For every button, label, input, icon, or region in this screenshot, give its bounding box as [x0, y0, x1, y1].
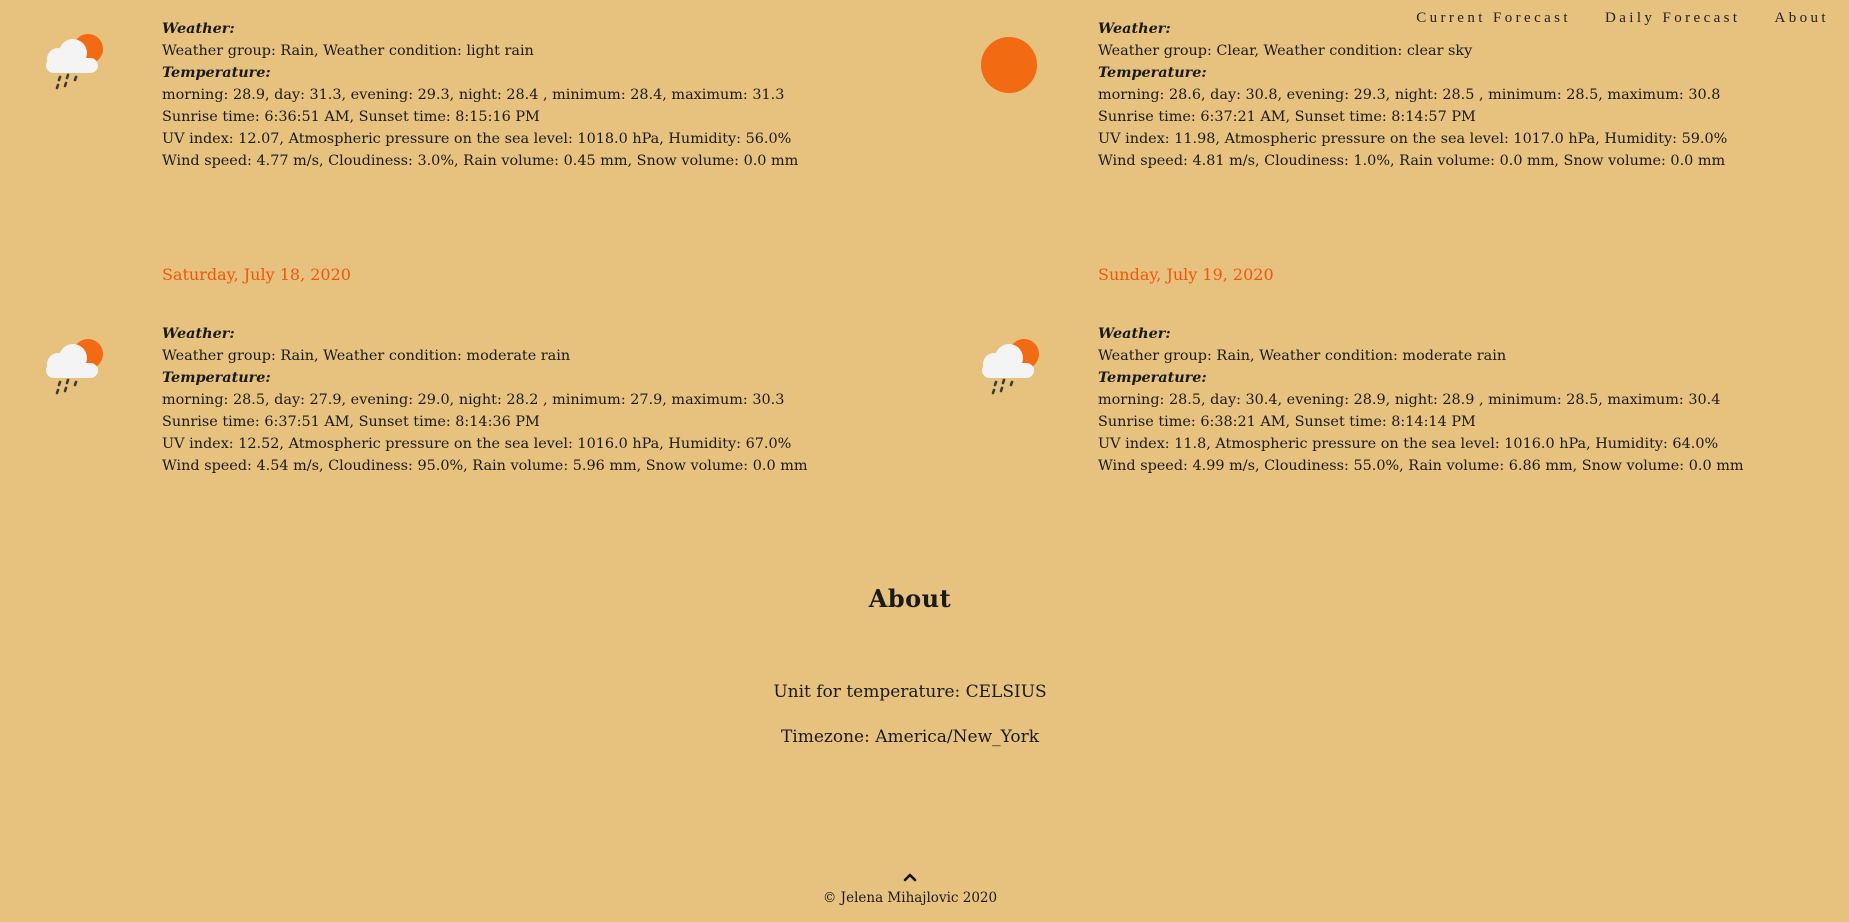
weather-label: Weather: — [162, 20, 235, 37]
temperature-values: morning: 28.5, day: 30.4, evening: 28.9,… — [1098, 392, 1721, 408]
temperature-label: Temperature: — [1098, 369, 1207, 386]
uv-pressure-humidity: UV index: 12.07, Atmospheric pressure on… — [162, 131, 792, 147]
sun-times: Sunrise time: 6:37:51 AM, Sunset time: 8… — [162, 414, 540, 430]
wind-cloud-rain-snow: Wind speed: 4.81 m/s, Cloudiness: 1.0%, … — [1098, 153, 1726, 169]
forecast-day: Weather: Weather group: Clear, Weather c… — [981, 18, 1849, 172]
footer-copyright: © Jelena Mihajlovic 2020 — [822, 890, 998, 906]
weather-description: Weather group: Rain, Weather condition: … — [1098, 348, 1507, 364]
rain-cloud-sun-icon — [46, 339, 103, 395]
forecast-day: Weather: Weather group: Rain, Weather co… — [46, 18, 922, 172]
forecast-date: Saturday, July 18, 2020 — [162, 265, 351, 284]
forecast-day: Saturday, July 18, 2020 Weather: Weather… — [46, 265, 922, 477]
weather-description: Weather group: Rain, Weather condition: … — [162, 348, 571, 364]
wind-cloud-rain-snow: Wind speed: 4.77 m/s, Cloudiness: 3.0%, … — [162, 153, 799, 169]
wind-cloud-rain-snow: Wind speed: 4.54 m/s, Cloudiness: 95.0%,… — [162, 458, 808, 474]
sun-times: Sunrise time: 6:38:21 AM, Sunset time: 8… — [1098, 414, 1476, 430]
weather-label: Weather: — [162, 325, 235, 342]
forecast-details: Weather: Weather group: Rain, Weather co… — [162, 18, 922, 172]
temperature-label: Temperature: — [162, 369, 271, 386]
temperature-values: morning: 28.9, day: 31.3, evening: 29.3,… — [162, 87, 785, 103]
weather-description: Weather group: Clear, Weather condition:… — [1098, 43, 1473, 59]
rain-cloud-sun-icon — [46, 34, 103, 90]
forecast-details: Weather: Weather group: Rain, Weather co… — [1098, 323, 1849, 477]
timezone: Timezone: America/New_York — [780, 727, 1040, 747]
temperature-values: morning: 28.5, day: 27.9, evening: 29.0,… — [162, 392, 785, 408]
temperature-values: morning: 28.6, day: 30.8, evening: 29.3,… — [1098, 87, 1721, 103]
uv-pressure-humidity: UV index: 12.52, Atmospheric pressure on… — [162, 436, 792, 452]
forecast-day: Sunday, July 19, 2020 Weather: Weather g… — [982, 265, 1849, 477]
temperature-unit: Unit for temperature: CELSIUS — [773, 682, 1047, 702]
forecast-details: Weather: Weather group: Rain, Weather co… — [162, 323, 922, 477]
temperature-label: Temperature: — [162, 64, 271, 81]
forecast-details: Weather: Weather group: Clear, Weather c… — [1098, 18, 1849, 172]
sun-times: Sunrise time: 6:36:51 AM, Sunset time: 8… — [162, 109, 540, 125]
weather-description: Weather group: Rain, Weather condition: … — [162, 43, 534, 59]
temperature-label: Temperature: — [1098, 64, 1207, 81]
sun-times: Sunrise time: 6:37:21 AM, Sunset time: 8… — [1098, 109, 1476, 125]
weather-label: Weather: — [1098, 325, 1171, 342]
sun-icon — [981, 37, 1037, 93]
uv-pressure-humidity: UV index: 11.8, Atmospheric pressure on … — [1098, 436, 1719, 452]
uv-pressure-humidity: UV index: 11.98, Atmospheric pressure on… — [1098, 131, 1728, 147]
forecast-date: Sunday, July 19, 2020 — [1098, 265, 1274, 284]
wind-cloud-rain-snow: Wind speed: 4.99 m/s, Cloudiness: 55.0%,… — [1098, 458, 1744, 474]
chevron-up-icon[interactable] — [903, 872, 917, 882]
about-title: About — [868, 584, 952, 613]
rain-cloud-sun-icon — [982, 339, 1039, 395]
weather-label: Weather: — [1098, 20, 1171, 37]
